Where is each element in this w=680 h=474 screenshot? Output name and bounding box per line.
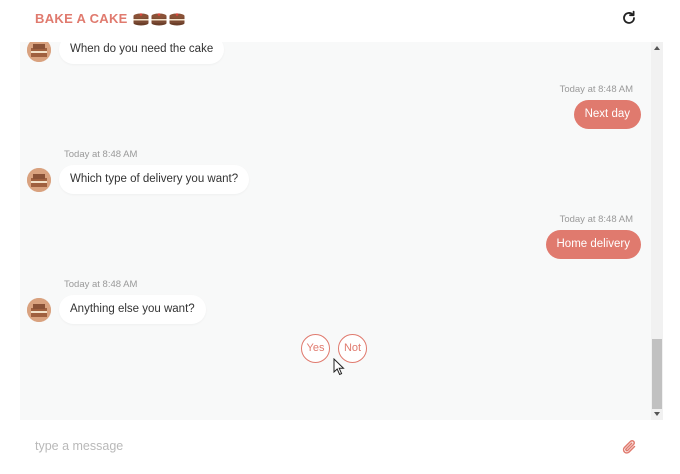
cake-icon [133,12,149,25]
mouse-cursor-icon [333,358,345,376]
app-title: BAKE A CAKE [35,11,185,26]
message-timestamp: Today at 8:48 AM [64,279,138,290]
scrollbar-thumb[interactable] [652,339,662,409]
bot-avatar [27,42,51,62]
quick-reply-yes-button[interactable]: Yes [301,334,330,363]
bot-avatar [27,168,51,192]
cake-icons [133,12,185,26]
composer [0,420,680,474]
message-bubble-incoming: When do you need the cake [59,42,225,64]
chat-app: BAKE A CAKE When do you need the cake To… [0,0,680,474]
paperclip-icon[interactable] [621,437,639,457]
cake-icon [169,12,185,25]
message-bubble-incoming: Which type of delivery you want? [59,165,250,194]
message-bubble-outgoing: Home delivery [545,230,641,259]
message-bubble-outgoing: Next day [573,100,641,129]
refresh-icon[interactable] [620,9,638,27]
message-bubble-incoming: Anything else you want? [59,295,206,324]
app-title-text: BAKE A CAKE [35,11,128,26]
message-timestamp: Today at 8:48 AM [559,84,633,95]
scroll-up-arrow-icon[interactable] [654,46,660,50]
message-timestamp: Today at 8:48 AM [64,149,138,160]
header: BAKE A CAKE [0,0,680,42]
cake-icon [151,12,167,25]
bot-avatar [27,298,51,322]
message-timestamp: Today at 8:48 AM [559,214,633,225]
message-list-scrollbar[interactable] [651,42,663,420]
scroll-down-arrow-icon[interactable] [654,412,660,416]
message-input[interactable] [35,434,595,458]
